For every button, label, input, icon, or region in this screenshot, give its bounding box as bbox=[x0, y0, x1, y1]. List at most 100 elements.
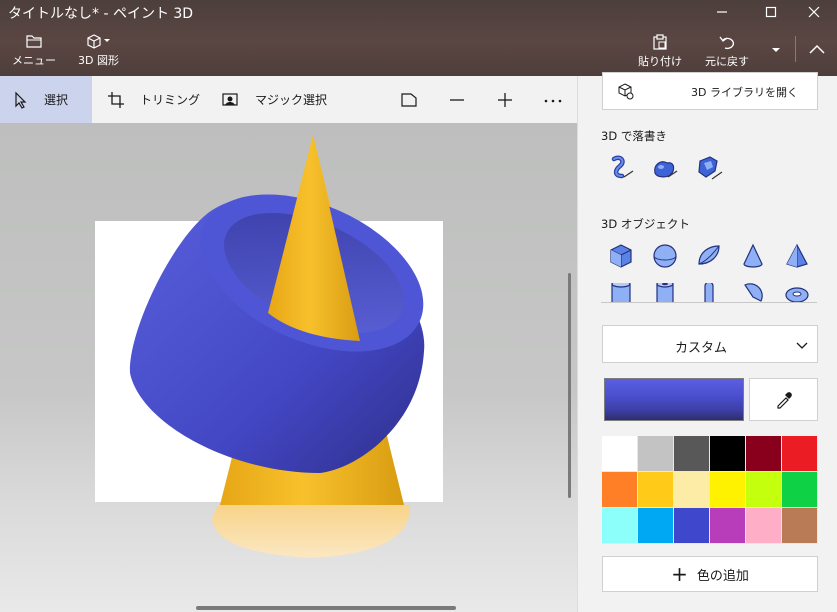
color-swatch[interactable] bbox=[638, 436, 674, 472]
add-color-label: 色の追加 bbox=[696, 568, 749, 584]
add-color-button[interactable]: + 色の追加 bbox=[602, 556, 818, 592]
color-swatch[interactable] bbox=[674, 508, 710, 544]
capsule-button[interactable] bbox=[694, 283, 724, 303]
maximize-icon bbox=[765, 6, 777, 18]
crop-icon bbox=[108, 91, 124, 108]
hemisphere-icon bbox=[698, 245, 720, 265]
cursor-icon bbox=[15, 91, 27, 109]
hemisphere-button[interactable] bbox=[694, 241, 724, 271]
color-swatch[interactable] bbox=[602, 472, 638, 508]
title-bar: タイトルなし* - ペイント 3D メニュー 3D 図形 貼り付け 元に戻す bbox=[0, 0, 837, 76]
soft-doodle-icon bbox=[654, 161, 678, 178]
caret-down-icon bbox=[772, 48, 780, 52]
color-swatch[interactable] bbox=[602, 508, 638, 544]
sphere-icon bbox=[653, 244, 677, 268]
3d-shapes-label: 3D 図形 bbox=[78, 54, 119, 67]
current-color-swatch[interactable] bbox=[604, 378, 744, 421]
cone-icon bbox=[743, 243, 763, 268]
paste-button[interactable]: 貼り付け bbox=[638, 34, 682, 69]
capsule-icon bbox=[704, 283, 714, 303]
objects-section-title: 3D オブジェクト bbox=[601, 217, 690, 231]
chevron-down-icon bbox=[796, 342, 808, 349]
undo-button[interactable]: 元に戻す bbox=[705, 34, 749, 69]
ellipsis-icon bbox=[544, 99, 562, 103]
maximize-button[interactable] bbox=[748, 0, 794, 24]
cylinder-icon bbox=[611, 283, 631, 303]
cube-icon bbox=[610, 244, 632, 268]
canvas-area[interactable] bbox=[0, 123, 577, 612]
pie-icon bbox=[744, 283, 763, 302]
canvas-icon bbox=[401, 93, 417, 107]
color-swatch[interactable] bbox=[782, 472, 818, 508]
zoom-in-button[interactable] bbox=[494, 89, 516, 111]
soft-doodle-button[interactable] bbox=[650, 153, 680, 183]
doodle-section-title: 3D で落書き bbox=[601, 129, 667, 143]
donut-icon bbox=[785, 287, 809, 303]
trim-label: トリミング bbox=[140, 93, 201, 107]
close-button[interactable] bbox=[791, 0, 837, 24]
more-options-button[interactable] bbox=[542, 89, 564, 111]
clipboard-icon bbox=[653, 34, 667, 50]
sharp-doodle-button[interactable] bbox=[694, 153, 724, 183]
minus-icon bbox=[450, 99, 464, 101]
window-title: タイトルなし* - ペイント 3D bbox=[8, 6, 194, 22]
3d-scene[interactable] bbox=[0, 123, 577, 612]
donut-button[interactable] bbox=[782, 283, 812, 303]
zoom-out-button[interactable] bbox=[446, 89, 468, 111]
color-swatch[interactable] bbox=[782, 508, 818, 544]
pyramid-button[interactable] bbox=[782, 241, 812, 271]
cone-base-shadow bbox=[212, 505, 411, 558]
menu-label: メニュー bbox=[12, 54, 56, 67]
menu-button[interactable]: メニュー bbox=[12, 33, 56, 68]
3d-cube-dropdown-icon bbox=[87, 34, 111, 49]
close-icon bbox=[808, 6, 820, 18]
color-swatch[interactable] bbox=[746, 508, 782, 544]
undo-label: 元に戻す bbox=[705, 55, 749, 68]
eyedropper-button[interactable] bbox=[749, 378, 818, 421]
vertical-scrollbar[interactable] bbox=[568, 273, 571, 498]
color-swatch[interactable] bbox=[602, 436, 638, 472]
sharp-doodle-icon bbox=[698, 156, 723, 180]
color-swatch[interactable] bbox=[746, 436, 782, 472]
color-swatch[interactable] bbox=[782, 436, 818, 472]
plus-icon bbox=[498, 93, 512, 107]
tube-doodle-button[interactable] bbox=[606, 153, 636, 183]
canvas-toggle-button[interactable] bbox=[398, 89, 420, 111]
paste-label: 貼り付け bbox=[638, 55, 682, 68]
select-tool[interactable]: 選択 bbox=[0, 76, 92, 123]
more-commands-dropdown[interactable] bbox=[763, 39, 789, 61]
magic-select-tool[interactable]: マジック選択 bbox=[221, 76, 327, 123]
folder-icon bbox=[26, 35, 42, 48]
minimize-button[interactable] bbox=[699, 0, 745, 24]
sphere-button[interactable] bbox=[650, 241, 680, 271]
material-dropdown[interactable]: カスタム bbox=[602, 325, 818, 363]
color-swatch[interactable] bbox=[710, 508, 746, 544]
minimize-icon bbox=[717, 11, 727, 13]
color-palette bbox=[602, 436, 818, 544]
color-swatch[interactable] bbox=[638, 472, 674, 508]
pie-button[interactable] bbox=[738, 283, 768, 303]
tube-doodle-icon bbox=[611, 155, 634, 179]
plus-icon: + bbox=[671, 562, 688, 586]
color-swatch[interactable] bbox=[710, 472, 746, 508]
tube-button[interactable] bbox=[650, 283, 680, 303]
command-divider bbox=[795, 36, 796, 62]
select-label: 選択 bbox=[44, 93, 69, 107]
color-swatch[interactable] bbox=[710, 436, 746, 472]
tool-bar: 選択 トリミング マジック選択 bbox=[0, 76, 577, 123]
trim-tool[interactable]: トリミング bbox=[107, 76, 200, 123]
3d-shapes-button[interactable]: 3D 図形 bbox=[78, 33, 119, 68]
cylinder-button[interactable] bbox=[606, 283, 636, 303]
cube-button[interactable] bbox=[606, 241, 636, 271]
material-value: カスタム bbox=[674, 341, 727, 356]
color-swatch[interactable] bbox=[746, 472, 782, 508]
horizontal-scrollbar[interactable] bbox=[196, 606, 456, 610]
cone-button[interactable] bbox=[738, 241, 768, 271]
open-3d-library-button[interactable]: 3D ライブラリを開く bbox=[602, 72, 818, 110]
eyedropper-icon bbox=[776, 391, 792, 409]
color-swatch[interactable] bbox=[674, 436, 710, 472]
pyramid-icon bbox=[786, 243, 808, 268]
color-swatch[interactable] bbox=[674, 472, 710, 508]
collapse-ribbon-button[interactable] bbox=[805, 38, 829, 62]
color-swatch[interactable] bbox=[638, 508, 674, 544]
